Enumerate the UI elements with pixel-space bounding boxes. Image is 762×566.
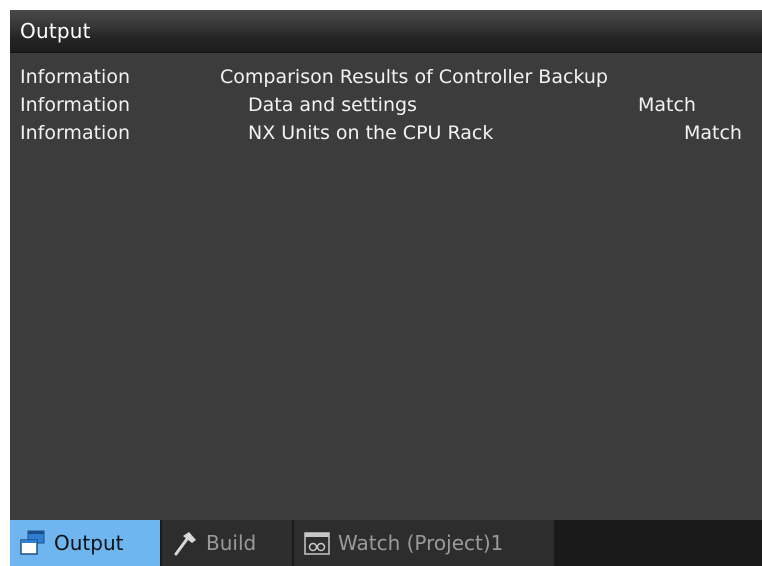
log-row[interactable]: Information Comparison Results of Contro… bbox=[10, 66, 762, 94]
bottom-tab-strip: Output Build Watch (Project)1 bbox=[10, 520, 762, 566]
tab-watch-project-1-label: Watch (Project)1 bbox=[338, 531, 504, 555]
output-log[interactable]: Information Comparison Results of Contro… bbox=[10, 53, 762, 518]
hammer-icon bbox=[170, 528, 200, 558]
tab-output[interactable]: Output bbox=[10, 520, 160, 566]
tab-watch-project-1[interactable]: Watch (Project)1 bbox=[294, 520, 554, 566]
panel-title: Output bbox=[20, 19, 91, 43]
log-row-result: Match bbox=[638, 94, 696, 116]
window-frame: Output Information Comparison Results of… bbox=[0, 0, 762, 566]
log-row[interactable]: Information Data and settings Match bbox=[10, 94, 762, 122]
log-row[interactable]: Information NX Units on the CPU Rack Mat… bbox=[10, 122, 762, 150]
tab-output-label: Output bbox=[54, 531, 124, 555]
log-row-message: Comparison Results of Controller Backup bbox=[220, 66, 608, 88]
tab-build[interactable]: Build bbox=[162, 520, 292, 566]
panel-title-bar[interactable]: Output bbox=[10, 10, 762, 53]
log-row-type: Information bbox=[20, 66, 130, 88]
output-window-icon bbox=[18, 528, 48, 558]
log-row-type: Information bbox=[20, 94, 130, 116]
log-row-type: Information bbox=[20, 122, 130, 144]
log-row-result: Match bbox=[684, 122, 742, 144]
output-panel: Output Information Comparison Results of… bbox=[10, 10, 762, 566]
log-row-message: Data and settings bbox=[248, 94, 417, 116]
log-row-message: NX Units on the CPU Rack bbox=[248, 122, 494, 144]
watch-window-icon bbox=[302, 528, 332, 558]
tab-build-label: Build bbox=[206, 531, 257, 555]
